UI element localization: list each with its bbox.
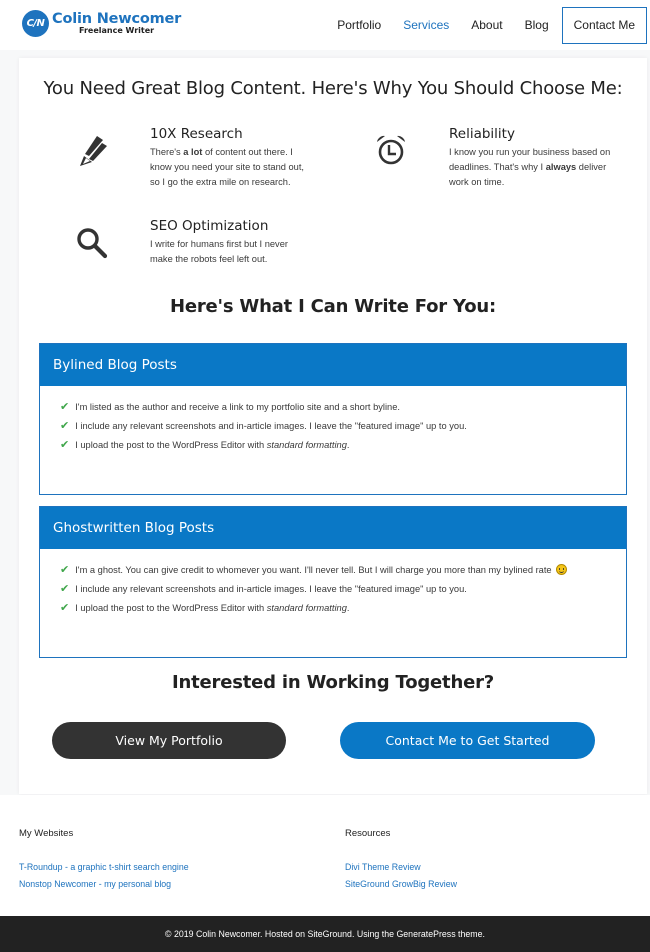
feature-title: 10X Research xyxy=(150,126,243,142)
logo-text: Colin Newcomer Freelance Writer xyxy=(52,12,181,36)
nav-item-services[interactable]: Services xyxy=(392,18,460,32)
smiley-icon xyxy=(555,564,567,575)
checkmark-icon: ✔ xyxy=(60,564,70,576)
alarm-clock-icon xyxy=(377,135,405,165)
footer-link-nonstop-newcomer[interactable]: Nonstop Newcomer - my personal blog xyxy=(19,876,189,893)
feature-title: Reliability xyxy=(449,126,515,142)
pencil-icon xyxy=(80,136,107,166)
list-item: ✔ I include any relevant screenshots and … xyxy=(60,583,467,595)
logo-name: Colin Newcomer xyxy=(52,10,182,27)
feature-desc: I know you run your business based on de… xyxy=(449,147,611,187)
footer-link-t-roundup[interactable]: T-Roundup - a graphic t-shirt search eng… xyxy=(19,859,189,876)
logo-tagline: Freelance Writer xyxy=(79,26,155,36)
list-item: ✔ I'm a ghost. You can give credit to who… xyxy=(60,560,626,579)
main-nav: Portfolio Services About Blog Contact Me xyxy=(326,0,650,50)
nav-contact-button[interactable]: Contact Me xyxy=(561,6,647,44)
feature-desc: I write for humans first but I never mak… xyxy=(150,239,288,264)
services-heading: Here's What I Can Write For You: xyxy=(169,296,497,317)
site-footer-bar: © 2019 Colin Newcomer. Hosted on SiteGro… xyxy=(0,916,650,952)
search-icon xyxy=(77,228,108,259)
nav-item-portfolio[interactable]: Portfolio xyxy=(326,18,392,32)
checkmark-icon: ✔ xyxy=(60,401,70,413)
feature-desc: There's a lot of content out there. I kn… xyxy=(150,147,305,187)
widget-title: Resources xyxy=(345,828,391,839)
footer-link-divi-review[interactable]: Divi Theme Review xyxy=(345,859,457,876)
footer-widgets: My Websites T-Roundup - a graphic t-shir… xyxy=(0,795,650,916)
list-item: ✔​I upload the post to the WordPress Edi… xyxy=(60,602,350,614)
widget-title: My Websites xyxy=(19,828,74,839)
service-list: ✔ I'm listed as the author and receive a … xyxy=(40,386,626,454)
cta-heading: Interested in Working Together? xyxy=(172,672,494,693)
site-header: C/N Colin Newcomer Freelance Writer Port… xyxy=(0,0,650,50)
checkmark-icon: ✔ xyxy=(60,439,70,451)
service-list: ✔ I'm a ghost. You can give credit to who… xyxy=(40,549,626,617)
site-logo[interactable]: C/N Colin Newcomer Freelance Writer xyxy=(22,10,181,37)
copyright-text: © 2019 Colin Newcomer. Hosted on SiteGro… xyxy=(165,929,485,939)
service-box-bylined: Bylined Blog Posts ✔ I'm listed as the au… xyxy=(39,343,627,495)
widget-my-websites: My Websites T-Roundup - a graphic t-shir… xyxy=(19,828,189,893)
list-item: ✔ I'm listed as the author and receive a … xyxy=(60,401,400,413)
checkmark-icon: ✔ xyxy=(60,583,70,595)
list-item: ✔​I upload the post to the WordPress Edi… xyxy=(60,439,350,451)
contact-get-started-button[interactable]: Contact Me to Get Started xyxy=(340,722,595,759)
view-portfolio-button[interactable]: View My Portfolio xyxy=(52,722,286,759)
nav-item-blog[interactable]: Blog xyxy=(514,18,560,32)
service-title: Ghostwritten Blog Posts xyxy=(40,507,626,549)
checkmark-icon: ✔ xyxy=(60,420,70,432)
footer-link-siteground-review[interactable]: SiteGround GrowBig Review xyxy=(345,876,457,893)
nav-item-about[interactable]: About xyxy=(460,18,513,32)
service-title: Bylined Blog Posts xyxy=(40,344,626,386)
widget-resources: Resources Divi Theme Review SiteGround G… xyxy=(345,828,457,893)
logo-badge-icon: C/N xyxy=(22,10,49,37)
feature-title: SEO Optimization xyxy=(150,218,269,234)
page-heading: You Need Great Blog Content. Here's Why … xyxy=(43,78,623,99)
content-card: You Need Great Blog Content. Here's Why … xyxy=(19,58,647,794)
checkmark-icon: ✔ xyxy=(60,602,70,614)
service-box-ghostwritten: Ghostwritten Blog Posts ✔ I'm a ghost. Yo… xyxy=(39,506,627,658)
list-item: ✔ I include any relevant screenshots and … xyxy=(60,420,467,432)
